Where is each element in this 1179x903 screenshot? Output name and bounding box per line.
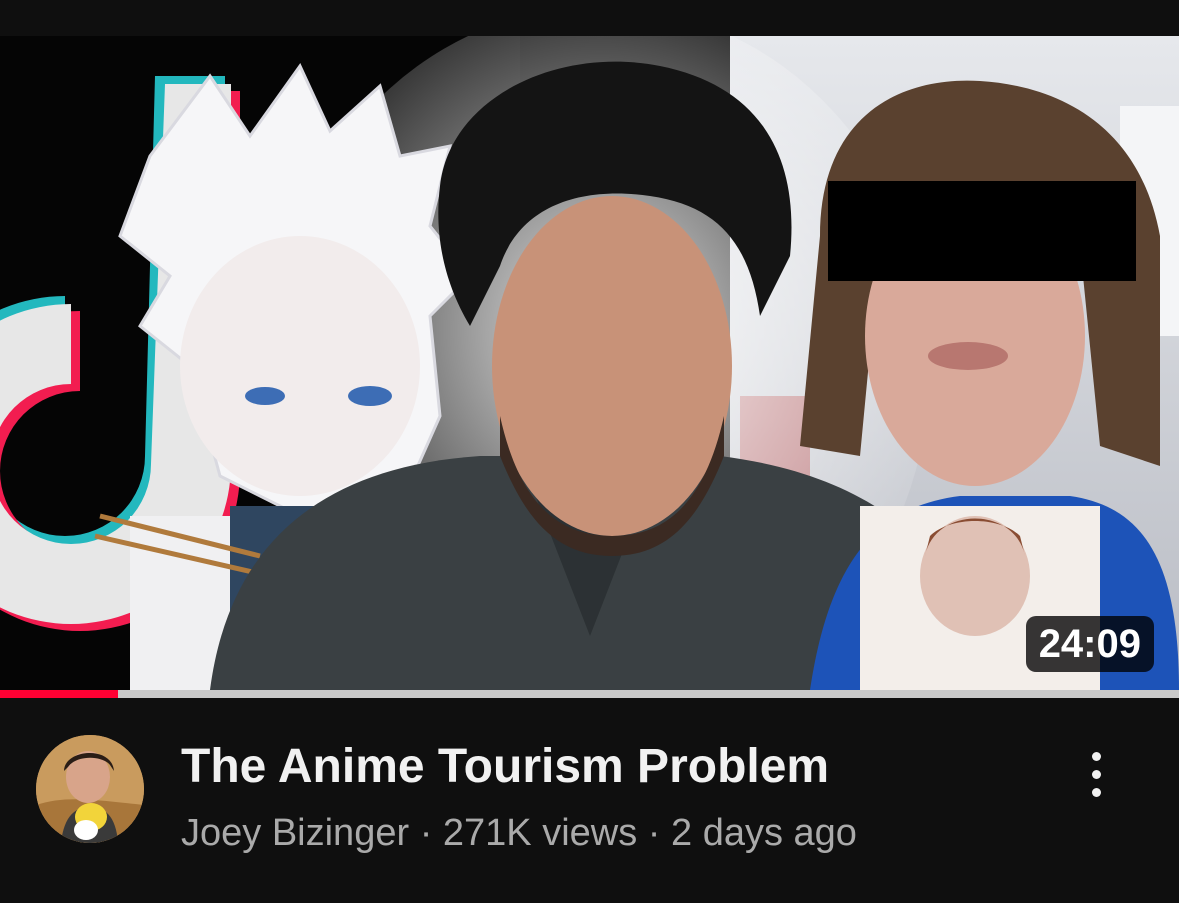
kebab-dot: [1091, 751, 1101, 761]
video-subtitle: Joey Bizinger · 271K views · 2 days ago: [181, 808, 857, 858]
avatar-image: [36, 735, 144, 843]
video-meta[interactable]: The Anime Tourism Problem Joey Bizinger …: [0, 698, 1179, 903]
channel-name[interactable]: Joey Bizinger: [181, 812, 409, 854]
watch-progress-fill: [0, 690, 118, 698]
separator: ·: [647, 812, 661, 854]
kebab-dot: [1091, 769, 1101, 779]
thumbnail-artwork: [0, 36, 1179, 690]
duration-badge: 24:09: [1025, 616, 1154, 672]
separator: ·: [419, 812, 433, 854]
video-title[interactable]: The Anime Tourism Problem: [181, 737, 829, 797]
view-count: 271K views: [442, 812, 638, 854]
more-vert-icon[interactable]: [1072, 742, 1120, 806]
channel-avatar[interactable]: [36, 735, 144, 843]
watch-progress-bar: [0, 690, 1179, 698]
censor-bar: [828, 181, 1136, 281]
kebab-dot: [1091, 787, 1101, 797]
upload-age: 2 days ago: [671, 812, 857, 854]
right-person: [800, 80, 1179, 690]
video-thumbnail[interactable]: 24:09: [0, 36, 1179, 690]
